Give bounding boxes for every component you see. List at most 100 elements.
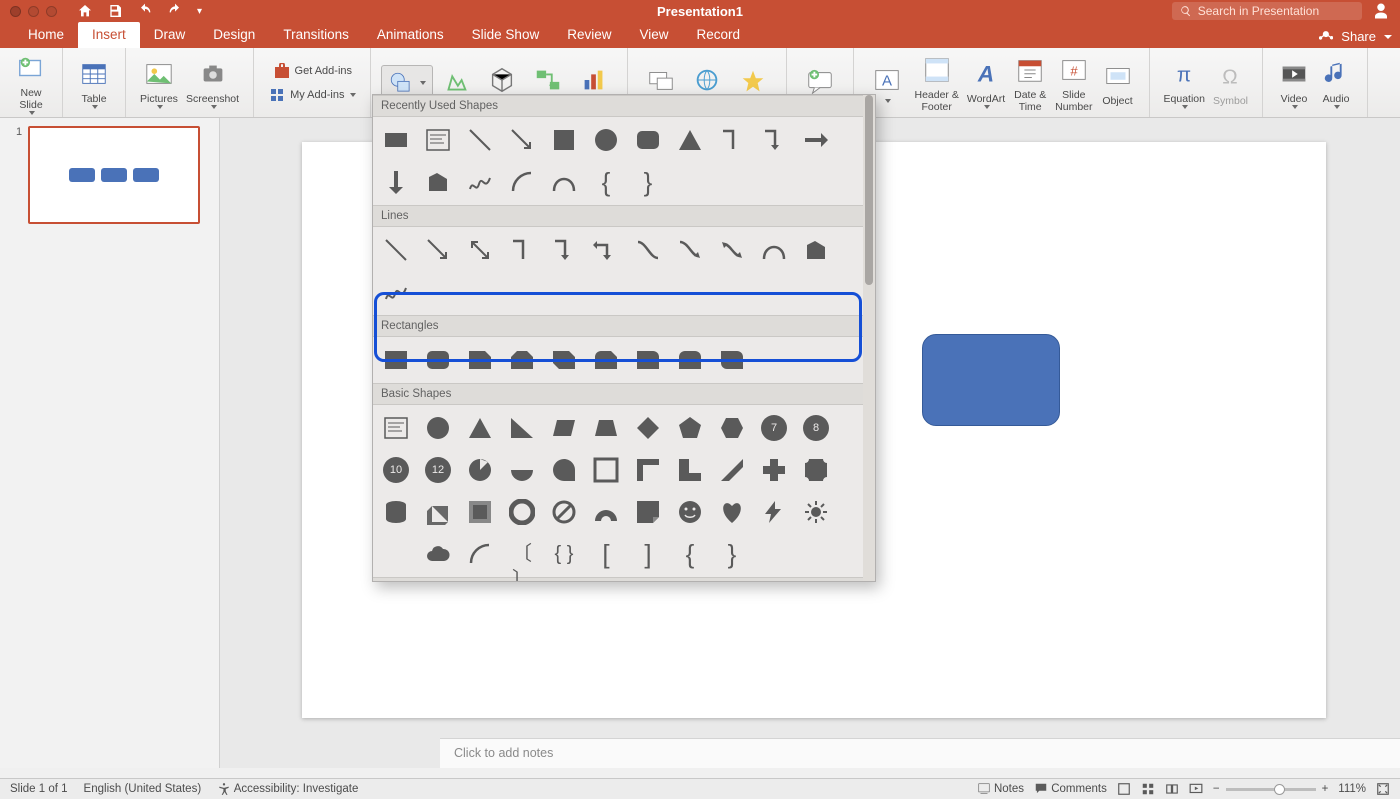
line-scribble[interactable]: [381, 277, 411, 307]
basic-text-box[interactable]: [381, 413, 411, 443]
basic-double-bracket[interactable]: 〔 〕: [507, 539, 537, 569]
basic-lightning[interactable]: [759, 497, 789, 527]
basic-octagon[interactable]: 8: [801, 413, 831, 443]
rect-snip2-same[interactable]: [507, 345, 537, 375]
redo-icon[interactable]: [167, 3, 183, 19]
status-comments[interactable]: Comments: [1034, 782, 1107, 796]
basic-oval[interactable]: [423, 413, 453, 443]
basic-decagon[interactable]: 10: [381, 455, 411, 485]
basic-pie[interactable]: [465, 455, 495, 485]
basic-parallelogram[interactable]: [549, 413, 579, 443]
shape-square[interactable]: [549, 125, 579, 155]
basic-sun[interactable]: [801, 497, 831, 527]
search-box[interactable]: [1172, 2, 1362, 20]
save-icon[interactable]: [107, 3, 123, 19]
tab-review[interactable]: Review: [553, 22, 625, 48]
shape-down-arrow[interactable]: [381, 167, 411, 197]
rect-round2-diag[interactable]: [717, 345, 747, 375]
shape-line-arrow[interactable]: [507, 125, 537, 155]
shape-scribble[interactable]: [465, 167, 495, 197]
basic-frame[interactable]: [591, 455, 621, 485]
basic-bevel[interactable]: [465, 497, 495, 527]
basic-hexagon[interactable]: [717, 413, 747, 443]
basic-trapezoid[interactable]: [591, 413, 621, 443]
status-notes[interactable]: Notes: [977, 782, 1024, 796]
basic-dodecagon[interactable]: 12: [423, 455, 453, 485]
rect-plain[interactable]: [381, 345, 411, 375]
basic-diamond[interactable]: [633, 413, 663, 443]
tab-insert[interactable]: Insert: [78, 22, 140, 48]
line-freeform[interactable]: [801, 235, 831, 265]
slide-thumbnail-1[interactable]: [28, 126, 200, 224]
slide-number-button[interactable]: # Slide Number: [1051, 53, 1096, 113]
basic-right-brace[interactable]: }: [717, 539, 747, 569]
symbol-button[interactable]: Ω Symbol: [1209, 59, 1252, 107]
tab-design[interactable]: Design: [199, 22, 269, 48]
line-elbow-double-arrow[interactable]: [591, 235, 621, 265]
basic-can[interactable]: [381, 497, 411, 527]
user-icon[interactable]: [1372, 2, 1390, 20]
rect-snip2-diag[interactable]: [549, 345, 579, 375]
tab-transitions[interactable]: Transitions: [269, 22, 363, 48]
basic-moon[interactable]: [381, 539, 411, 569]
shape-rectangle[interactable]: [381, 125, 411, 155]
line-curve-tool[interactable]: [759, 235, 789, 265]
shape-curve[interactable]: [549, 167, 579, 197]
popup-scrollbar[interactable]: [863, 95, 875, 581]
zoom-slider[interactable]: − +: [1213, 783, 1328, 795]
basic-triangle[interactable]: [465, 413, 495, 443]
rounded-rectangle-shape[interactable]: [922, 334, 1060, 426]
line-double-arrow[interactable]: [465, 235, 495, 265]
tab-record[interactable]: Record: [683, 22, 755, 48]
equation-button[interactable]: π Equation: [1160, 57, 1209, 109]
tab-home[interactable]: Home: [14, 22, 78, 48]
basic-donut[interactable]: [507, 497, 537, 527]
view-reading-icon[interactable]: [1165, 782, 1179, 796]
rect-snip-round[interactable]: [591, 345, 621, 375]
tab-animations[interactable]: Animations: [363, 22, 458, 48]
basic-chord[interactable]: [507, 455, 537, 485]
basic-cloud[interactable]: [423, 539, 453, 569]
rect-rounded[interactable]: [423, 345, 453, 375]
basic-arc2[interactable]: [465, 539, 495, 569]
shape-right-brace[interactable]: }: [633, 167, 663, 197]
basic-right-triangle[interactable]: [507, 413, 537, 443]
header-footer-button[interactable]: Header & Footer: [910, 53, 962, 113]
date-time-button[interactable]: Date & Time: [1009, 53, 1051, 113]
basic-teardrop[interactable]: [549, 455, 579, 485]
zoom-in-icon[interactable]: +: [1322, 783, 1329, 795]
notes-pane[interactable]: Click to add notes: [440, 738, 1400, 768]
ribbon-collapse-icon[interactable]: [1384, 35, 1392, 39]
shape-freeform[interactable]: [423, 167, 453, 197]
basic-heart[interactable]: [717, 497, 747, 527]
tab-view[interactable]: View: [625, 22, 682, 48]
basic-cube[interactable]: [423, 497, 453, 527]
view-slideshow-icon[interactable]: [1189, 782, 1203, 796]
tab-slideshow[interactable]: Slide Show: [458, 22, 554, 48]
tab-draw[interactable]: Draw: [140, 22, 200, 48]
search-input[interactable]: [1198, 4, 1354, 18]
basic-diagonal-stripe[interactable]: [717, 455, 747, 485]
shape-elbow-arrow[interactable]: [759, 125, 789, 155]
shape-rounded-rect[interactable]: [633, 125, 663, 155]
table-button[interactable]: Table: [73, 57, 115, 109]
basic-half-frame[interactable]: [633, 455, 663, 485]
rect-round2-same[interactable]: [675, 345, 705, 375]
line-arrow[interactable]: [423, 235, 453, 265]
line-curved-arrow[interactable]: [675, 235, 705, 265]
line-curved[interactable]: [633, 235, 663, 265]
zoom-out-icon[interactable]: −: [1213, 783, 1220, 795]
basic-plaque[interactable]: [801, 455, 831, 485]
shape-arc[interactable]: [507, 167, 537, 197]
basic-left-brace[interactable]: {: [675, 539, 705, 569]
rect-snip1[interactable]: [465, 345, 495, 375]
share-button[interactable]: Share: [1341, 29, 1376, 44]
basic-double-brace[interactable]: { }: [549, 539, 579, 569]
my-addins-button[interactable]: My Add-ins: [264, 86, 360, 104]
view-normal-icon[interactable]: [1117, 782, 1131, 796]
video-button[interactable]: Video: [1273, 57, 1315, 109]
shape-elbow-connector[interactable]: [717, 125, 747, 155]
basic-l-shape[interactable]: [675, 455, 705, 485]
window-controls[interactable]: [10, 6, 57, 17]
qat-dropdown-icon[interactable]: ▾: [197, 6, 202, 17]
